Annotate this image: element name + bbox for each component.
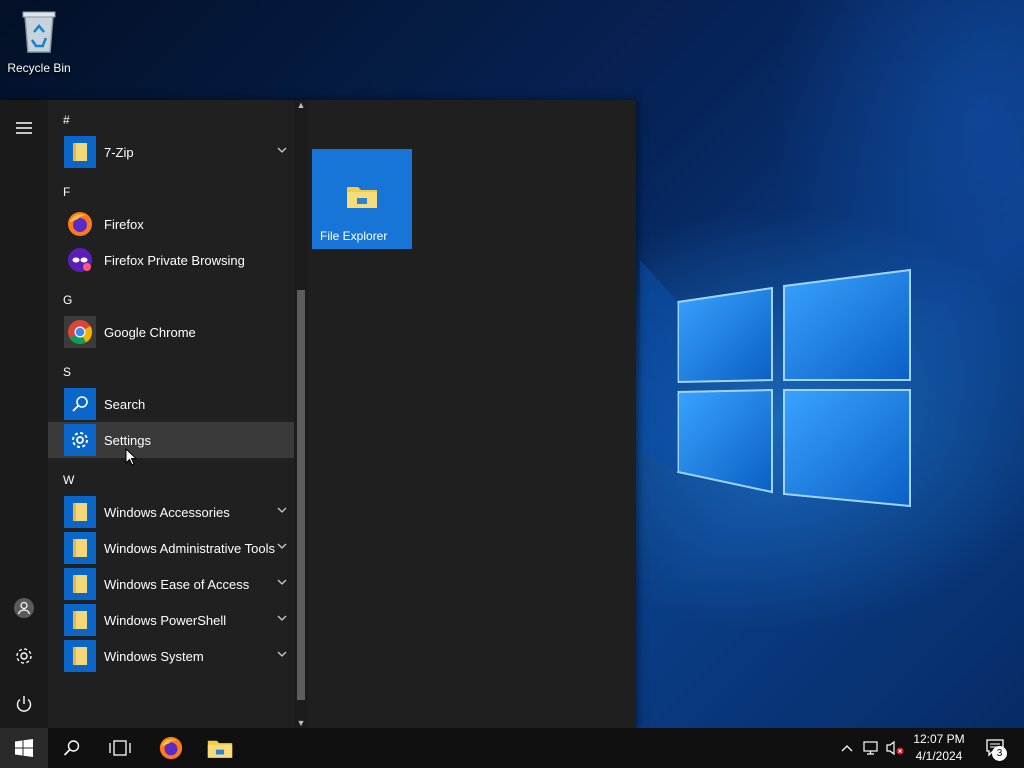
taskbar-firefox[interactable]: [147, 728, 195, 768]
user-icon: [14, 598, 34, 618]
taskbar-clock[interactable]: 12:07 PM 4/1/2024: [906, 731, 972, 765]
expand-menu-button[interactable]: [0, 106, 48, 150]
chrome-icon: [64, 316, 96, 348]
firefox-icon: [159, 736, 183, 760]
folder-icon: [64, 640, 96, 672]
task-view-icon: [109, 740, 131, 756]
folder-icon: [64, 136, 96, 168]
app-label: Windows Ease of Access: [104, 576, 250, 592]
app-label: Windows PowerShell: [104, 612, 227, 628]
search-icon: [64, 388, 96, 420]
firefox-icon: [64, 208, 96, 240]
tile-file-explorer[interactable]: File Explorer: [312, 149, 412, 249]
scrollbar-thumb[interactable]: [297, 290, 305, 700]
group-header[interactable]: G: [63, 293, 72, 307]
network-icon: [863, 741, 878, 755]
show-hidden-icons-button[interactable]: [836, 728, 858, 768]
app-windows-ease-of-access[interactable]: Windows Ease of Access: [48, 566, 294, 602]
taskbar-file-explorer[interactable]: [196, 728, 244, 768]
app-firefox-private-browsing[interactable]: Firefox Private Browsing: [48, 242, 294, 278]
power-icon: [16, 696, 32, 712]
app-label: Windows Accessories: [104, 504, 230, 520]
power-button[interactable]: [0, 682, 48, 726]
app-settings[interactable]: Settings: [48, 422, 294, 458]
folder-icon: [64, 496, 96, 528]
app-windows-accessories[interactable]: Windows Accessories: [48, 494, 294, 530]
app-label: Firefox Private Browsing: [104, 252, 245, 268]
folder-icon: [64, 568, 96, 600]
group-header[interactable]: S: [63, 365, 71, 379]
volume-button[interactable]: [884, 728, 906, 768]
file-explorer-icon: [207, 740, 233, 758]
folder-icon: [64, 604, 96, 636]
group-header[interactable]: F: [63, 185, 70, 199]
tile-label: File Explorer: [320, 229, 388, 243]
chevron-down-icon[interactable]: [276, 540, 288, 552]
recycle-bin-label: Recycle Bin: [7, 61, 71, 75]
app-search[interactable]: Search: [48, 386, 294, 422]
volume-muted-icon: [886, 740, 904, 756]
settings-rail-button[interactable]: [0, 634, 48, 678]
firefox-private-icon: [64, 244, 96, 276]
chevron-down-icon[interactable]: [276, 648, 288, 660]
hamburger-icon: [16, 122, 32, 134]
taskbar-search-button[interactable]: [48, 728, 96, 768]
app-label: Settings: [104, 432, 151, 448]
windows-wallpaper-logo: [640, 260, 911, 508]
search-icon: [63, 740, 80, 756]
notification-badge: 3: [992, 746, 1007, 761]
task-view-button[interactable]: [96, 728, 144, 768]
app-firefox[interactable]: Firefox: [48, 206, 294, 242]
app-windows-system[interactable]: Windows System: [48, 638, 294, 674]
clock-date: 4/1/2024: [915, 749, 963, 763]
app-windows-powershell[interactable]: Windows PowerShell: [48, 602, 294, 638]
network-button[interactable]: [860, 728, 882, 768]
recycle-bin-icon: [22, 11, 56, 53]
gear-icon: [64, 424, 96, 456]
app-list-scrollbar[interactable]: ▲ ▼: [294, 100, 308, 728]
gear-icon: [16, 648, 32, 664]
app-label: Google Chrome: [104, 324, 196, 340]
group-header[interactable]: #: [63, 113, 70, 127]
chevron-down-icon[interactable]: [276, 576, 288, 588]
folder-icon: [64, 532, 96, 564]
scroll-down-arrow[interactable]: ▼: [294, 718, 308, 728]
start-button[interactable]: [0, 728, 48, 768]
start-rail: [0, 100, 48, 728]
recycle-bin[interactable]: Recycle Bin: [4, 6, 74, 75]
user-account-button[interactable]: [0, 586, 48, 630]
app-list: # 7-Zip F Firefox Firefox Private Browsi…: [48, 100, 294, 728]
app-google-chrome[interactable]: Google Chrome: [48, 314, 294, 350]
app-windows-administrative-tools[interactable]: Windows Administrative Tools: [48, 530, 294, 566]
action-center-button[interactable]: 3: [976, 728, 1016, 768]
chevron-down-icon[interactable]: [276, 144, 288, 156]
app-label: 7-Zip: [104, 144, 134, 160]
chevron-up-icon: [841, 745, 853, 752]
chevron-down-icon[interactable]: [276, 612, 288, 624]
app-label: Search: [104, 396, 146, 412]
app-7zip[interactable]: 7-Zip: [48, 134, 294, 170]
chevron-down-icon[interactable]: [276, 504, 288, 516]
app-label: Firefox: [104, 216, 144, 232]
group-header[interactable]: W: [63, 473, 74, 487]
windows-logo-icon: [15, 739, 33, 757]
start-menu: # 7-Zip F Firefox Firefox Private Browsi…: [0, 100, 636, 728]
app-label: Windows System: [104, 648, 204, 664]
scroll-up-arrow[interactable]: ▲: [294, 100, 308, 110]
clock-time: 12:07 PM: [913, 732, 965, 746]
tiles-area: File Explorer: [308, 100, 636, 728]
app-label: Windows Administrative Tools: [104, 540, 275, 556]
file-explorer-icon: [347, 187, 377, 208]
taskbar: 12:07 PM 4/1/2024 3: [0, 728, 1024, 768]
mouse-cursor-icon: [125, 448, 137, 466]
